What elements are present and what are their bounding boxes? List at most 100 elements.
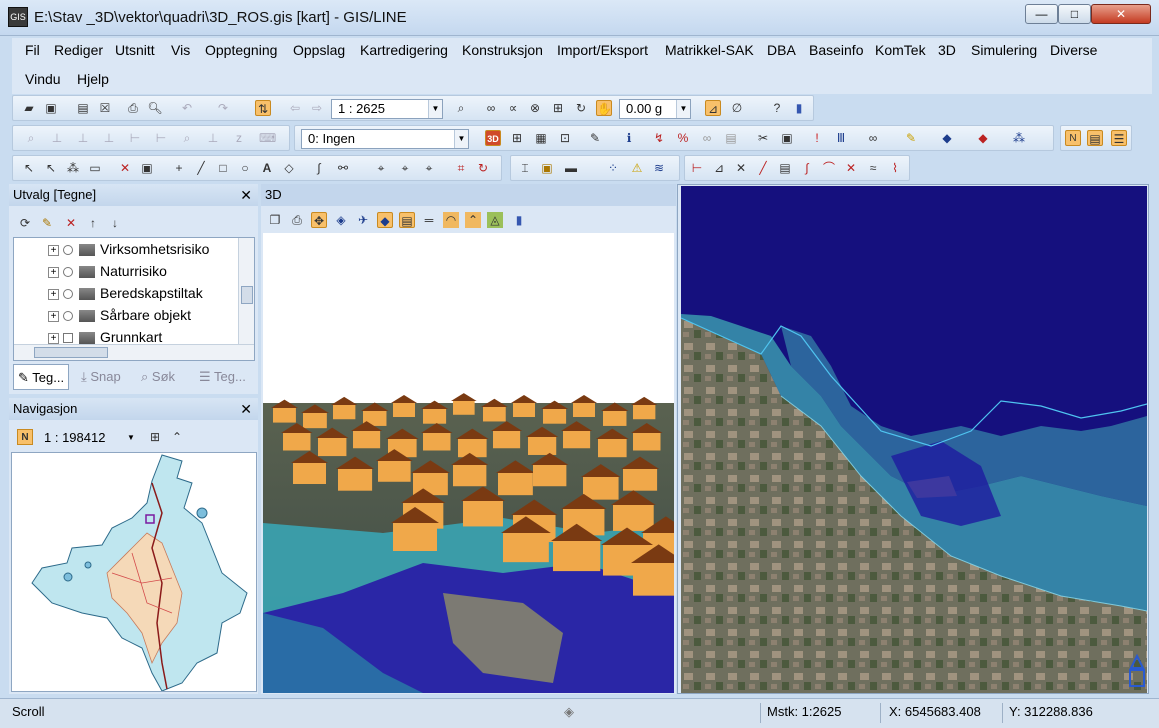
line-icon[interactable]: ╱ <box>193 160 209 176</box>
camera-icon[interactable]: ◈ <box>333 212 349 228</box>
split-icon[interactable]: ⚯ <box>335 160 351 176</box>
close-button[interactable]: ✕ <box>1091 4 1151 24</box>
undo-icon[interactable]: ↶ <box>179 100 195 116</box>
scroll-thumb[interactable] <box>241 286 253 304</box>
visibility-radio[interactable] <box>63 311 73 322</box>
construct-a-icon[interactable]: ⊢ <box>689 160 705 176</box>
pan-hand-icon[interactable]: ✋ <box>596 100 612 116</box>
collapse-icon[interactable]: ⌃ <box>169 429 185 445</box>
construct-e-icon[interactable]: ▤ <box>777 160 793 176</box>
minimize-button[interactable]: — <box>1025 4 1058 24</box>
close-icon[interactable]: ✕ <box>240 184 252 206</box>
menu-utsnitt[interactable]: Utsnitt <box>112 39 158 61</box>
list-icon[interactable]: ☰ <box>1111 130 1127 146</box>
layers-icon[interactable]: ▤ <box>399 212 415 228</box>
remove-node-icon[interactable]: ⌖ <box>421 160 437 176</box>
arrow-down-icon[interactable]: ↓ <box>107 215 123 231</box>
circle-icon[interactable]: ○ <box>237 160 253 176</box>
menu-kartredigering[interactable]: Kartredigering <box>357 39 451 61</box>
select-node-icon[interactable]: ↖ <box>43 160 59 176</box>
bend-icon[interactable]: ↻ <box>475 160 491 176</box>
water-icon[interactable]: ≋ <box>651 160 667 176</box>
tool-i-icon[interactable]: z <box>231 130 247 146</box>
nav-scale-combo[interactable]: 1 : 198412 ▼ <box>37 428 139 448</box>
symbols-icon[interactable]: ⁂ <box>1011 130 1027 146</box>
menu-fil[interactable]: Fil <box>22 39 43 61</box>
construct-b-icon[interactable]: ⊿ <box>711 160 727 176</box>
select-tool-icon[interactable]: ⇅ <box>255 100 271 116</box>
expand-icon[interactable]: + <box>48 310 59 322</box>
close-document-icon[interactable]: ☒ <box>97 100 113 116</box>
add-node-icon[interactable]: ⌖ <box>397 160 413 176</box>
tree-item[interactable]: + Sårbare objekt <box>14 304 191 326</box>
menu-dba[interactable]: DBA <box>764 39 799 61</box>
north-icon[interactable]: N <box>17 429 33 445</box>
text-box-icon[interactable]: ⌶ <box>517 160 533 176</box>
zoom-unlink-icon[interactable]: ∝ <box>505 100 521 116</box>
rectangle-icon[interactable]: □ <box>215 160 231 176</box>
horizontal-scrollbar[interactable] <box>14 344 254 360</box>
view3d-canvas[interactable] <box>263 233 674 693</box>
menu-vis[interactable]: Vis <box>168 39 193 61</box>
tool-d-icon[interactable]: ⊥ <box>101 130 117 146</box>
construct-c-icon[interactable]: ✕ <box>733 160 749 176</box>
cube-icon[interactable]: ◆ <box>377 212 393 228</box>
legend-icon[interactable]: ▤ <box>1087 130 1103 146</box>
menu-rediger[interactable]: Rediger <box>51 39 106 61</box>
menu-oppslag[interactable]: Oppslag <box>290 39 348 61</box>
back-icon[interactable]: ⇦ <box>287 100 303 116</box>
tree-item[interactable]: + Virksomhetsrisiko <box>14 238 209 260</box>
scale-combo[interactable]: 1 : 2625 ▼ <box>331 99 443 119</box>
tool-f-icon[interactable]: ⊢ <box>153 130 169 146</box>
note-icon[interactable]: ▣ <box>539 160 555 176</box>
properties-icon[interactable]: ▣ <box>139 160 155 176</box>
forward-icon[interactable]: ⇨ <box>309 100 325 116</box>
binoculars-icon[interactable]: ∞ <box>865 130 881 146</box>
arc-icon[interactable]: ∫ <box>311 160 327 176</box>
construct-h-icon[interactable]: ✕ <box>843 160 859 176</box>
zoom-all-icon[interactable]: ⊞ <box>550 100 566 116</box>
redo-icon[interactable]: ↷ <box>215 100 231 116</box>
zoom-icon[interactable]: ⌕ <box>453 100 469 116</box>
marker-icon[interactable]: ! <box>809 130 825 146</box>
arrow-up-icon[interactable]: ↑ <box>85 215 101 231</box>
menu-komtek[interactable]: KomTek <box>872 39 929 61</box>
angle-combo[interactable]: 0.00 g ▼ <box>619 99 691 119</box>
save-icon[interactable]: ▤ <box>75 100 91 116</box>
coordinate-icon[interactable]: ⊿ <box>705 100 721 116</box>
menu-hjelp[interactable]: Hjelp <box>74 68 112 90</box>
tools-icon[interactable]: ✂ <box>755 130 771 146</box>
visibility-checkbox[interactable] <box>63 333 73 344</box>
tool-h-icon[interactable]: ⊥ <box>205 130 221 146</box>
tool-a-icon[interactable]: ⌕ <box>23 130 39 146</box>
menu-matrikkel-sak[interactable]: Matrikkel-SAK <box>662 39 757 61</box>
menu-baseinfo[interactable]: Baseinfo <box>806 39 866 61</box>
frame-icon[interactable]: ⊡ <box>557 130 573 146</box>
report-icon[interactable]: ▤ <box>723 130 739 146</box>
rain-icon[interactable]: ⁘ <box>605 160 621 176</box>
overview-map[interactable] <box>11 452 257 692</box>
navigate-3d-icon[interactable]: ✥ <box>311 212 327 228</box>
delete-icon[interactable]: ✕ <box>117 160 133 176</box>
pointer-icon[interactable]: ↖ <box>21 160 37 176</box>
tree-item[interactable]: + Beredskapstiltak <box>14 282 203 304</box>
refresh-icon[interactable]: ⟳ <box>17 215 33 231</box>
symbol-icon[interactable]: ◇ <box>281 160 297 176</box>
point-icon[interactable]: + <box>171 160 187 176</box>
expand-icon[interactable]: + <box>48 332 59 344</box>
select-group-icon[interactable]: ⁂ <box>65 160 81 176</box>
menu-konstruksjon[interactable]: Konstruksjon <box>459 39 546 61</box>
menu-diverse[interactable]: Diverse <box>1047 39 1100 61</box>
construct-d-icon[interactable]: ╱ <box>755 160 771 176</box>
print-icon[interactable]: ⎙ <box>289 212 305 228</box>
query-icon[interactable]: % <box>675 130 691 146</box>
eraser-icon[interactable]: ✎ <box>587 130 603 146</box>
menu-3d[interactable]: 3D <box>935 39 959 61</box>
flat-icon[interactable]: ═ <box>421 212 437 228</box>
construct-g-icon[interactable]: ⌒ <box>821 160 837 176</box>
layer-combo[interactable]: 0: Ingen ▼ <box>301 129 469 149</box>
help-book-icon[interactable]: ▮ <box>511 212 527 228</box>
tool-g-icon[interactable]: ⌕ <box>179 130 195 146</box>
expand-icon[interactable]: + <box>48 244 59 256</box>
menu-opptegning[interactable]: Opptegning <box>202 39 280 61</box>
